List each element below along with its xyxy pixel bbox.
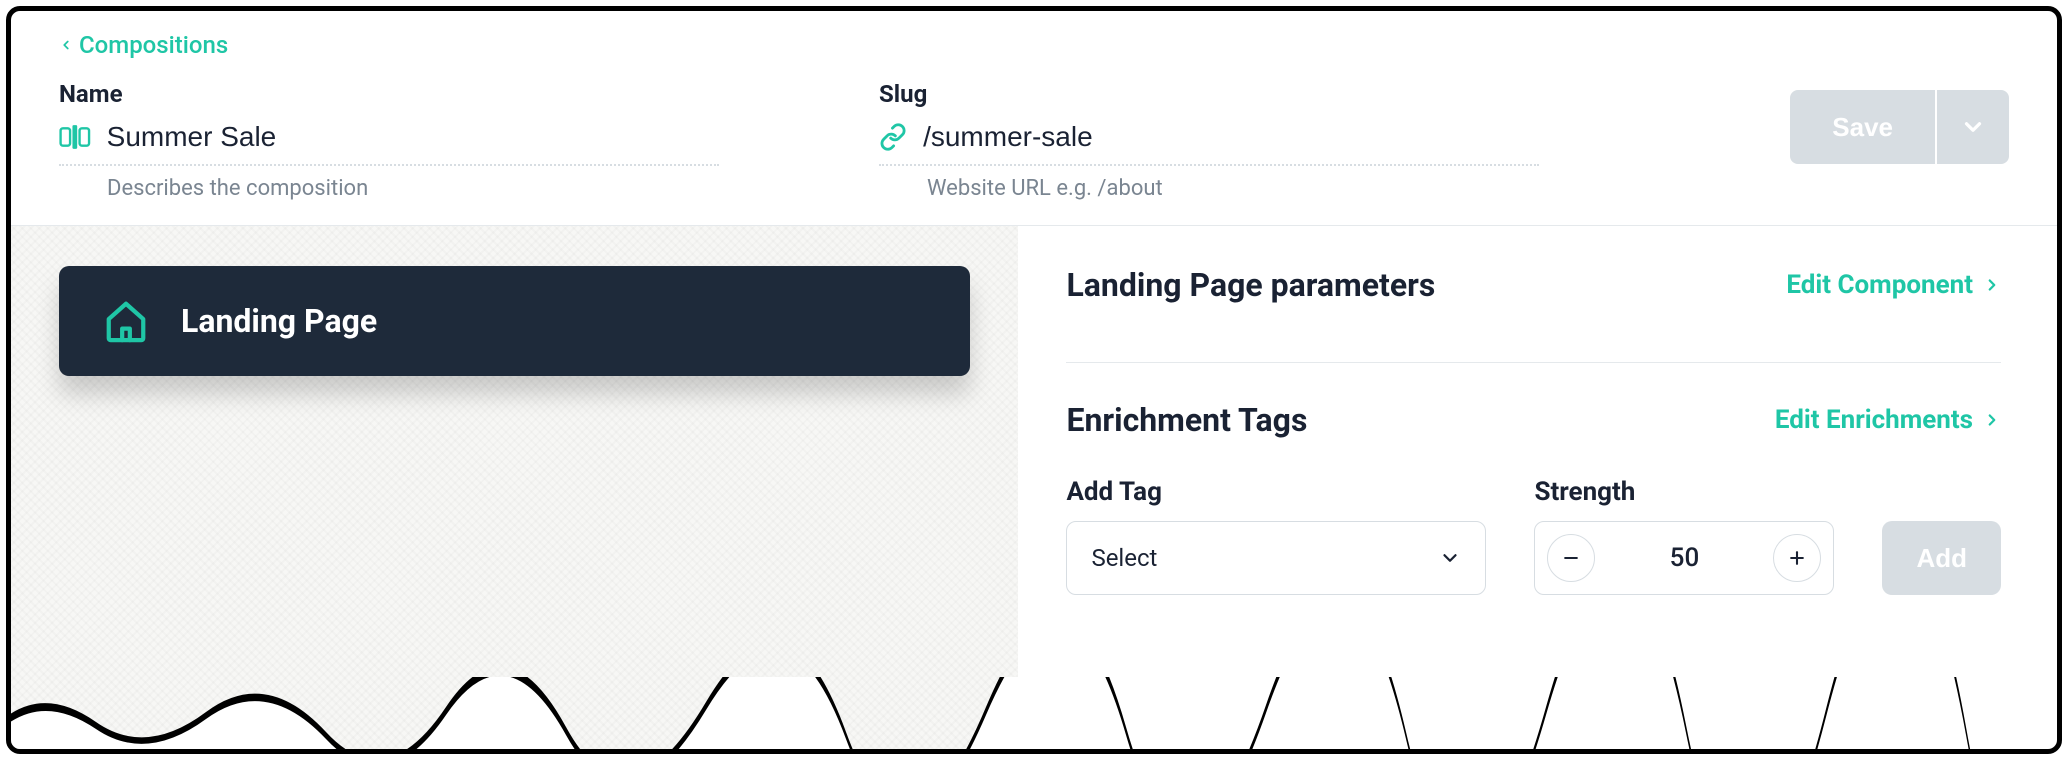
section-divider [1066,362,2001,363]
slug-label: Slug [879,80,1539,108]
edit-enrichments-link[interactable]: Edit Enrichments [1775,405,2001,435]
strength-stepper: 50 [1534,521,1834,595]
parameters-title: Landing Page parameters [1066,266,1435,304]
add-tag-group: Add Tag Select [1066,477,1486,595]
slug-field-group: Slug Website URL e.g. /about [879,80,1539,201]
strength-label: Strength [1534,477,1834,507]
add-tag-button[interactable]: Add [1882,521,2001,595]
save-button-group: Save [1790,90,2009,164]
strength-group: Strength 50 [1534,477,1834,595]
add-tag-label: Add Tag [1066,477,1486,507]
home-icon [103,298,149,344]
link-icon [879,122,907,152]
save-dropdown-button[interactable] [1937,90,2009,164]
strength-value: 50 [1670,543,1700,573]
name-field-group: Name Describes the composition [59,80,719,201]
plus-icon [1787,548,1807,568]
composition-icon [59,122,91,152]
properties-panel: Landing Page parameters Edit Component E… [1018,226,2057,753]
enrichment-title: Enrichment Tags [1066,401,1307,439]
breadcrumb-label: Compositions [79,31,228,59]
chevron-down-icon [1439,547,1461,569]
landing-page-tile[interactable]: Landing Page [59,266,970,376]
chevron-left-icon [59,34,73,56]
strength-decrement-button[interactable] [1547,534,1595,582]
breadcrumb-compositions[interactable]: Compositions [59,31,228,59]
chevron-down-icon [1960,114,1986,140]
slug-helper: Website URL e.g. /about [927,176,1539,201]
name-helper: Describes the composition [107,176,719,201]
canvas-panel: Landing Page [11,226,1018,753]
tile-label: Landing Page [181,302,377,340]
name-label: Name [59,80,719,108]
chevron-right-icon [1983,273,2001,297]
tag-select[interactable]: Select [1066,521,1486,595]
name-input[interactable] [105,120,719,154]
minus-icon [1561,548,1581,568]
strength-increment-button[interactable] [1773,534,1821,582]
edit-component-link[interactable]: Edit Component [1786,270,2001,300]
save-button[interactable]: Save [1790,90,1935,164]
chevron-right-icon [1983,408,2001,432]
edit-component-label: Edit Component [1786,270,1973,300]
slug-input[interactable] [921,120,1539,154]
tag-select-value: Select [1091,544,1157,572]
edit-enrichments-label: Edit Enrichments [1775,405,1973,435]
